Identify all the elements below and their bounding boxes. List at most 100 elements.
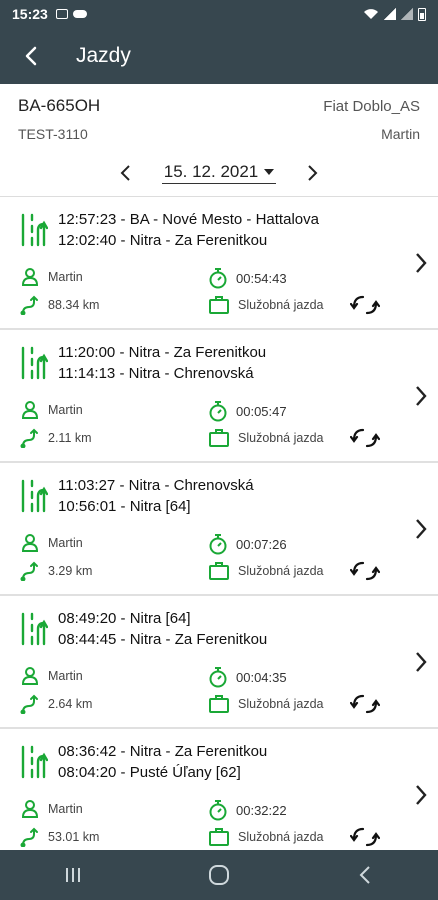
stopwatch-icon: [209, 800, 227, 821]
chevron-right-icon[interactable]: [414, 784, 428, 806]
trip-list[interactable]: 12:57:23 - BA - Nové Mesto - Hattalova 1…: [0, 196, 438, 850]
trip-duration-value: 00:32:22: [236, 802, 287, 818]
chevron-right-icon[interactable]: [414, 252, 428, 274]
trip-times: 11:20:00 - Nitra - Za Ferenitkou 11:14:1…: [58, 342, 266, 384]
trip-type: Služobná jazda: [208, 561, 323, 581]
vehicle-driver: Martin: [381, 126, 420, 142]
trip-distance: 2.11 km: [20, 428, 92, 448]
chevron-right-icon[interactable]: [414, 385, 428, 407]
trip-item[interactable]: 12:57:23 - BA - Nové Mesto - Hattalova 1…: [0, 197, 438, 330]
stopwatch-icon: [209, 667, 227, 688]
trip-item[interactable]: 11:03:27 - Nitra - Chrenovská 10:56:01 -…: [0, 463, 438, 596]
recent-apps-button[interactable]: [43, 850, 103, 900]
trip-driver-name: Martin: [48, 403, 83, 417]
route-icon: [21, 479, 48, 513]
trip-driver: Martin: [20, 666, 83, 686]
chevron-right-icon[interactable]: [414, 518, 428, 540]
home-button[interactable]: [189, 850, 249, 900]
sync-icon[interactable]: [350, 559, 380, 583]
trip-duration-value: 00:07:26: [236, 536, 287, 552]
person-icon: [21, 268, 39, 286]
trip-times: 12:57:23 - BA - Nové Mesto - Hattalova 1…: [58, 209, 319, 251]
vehicle-code: TEST-3110: [18, 126, 88, 142]
status-bar: 15:23: [0, 0, 438, 28]
trip-times: 08:36:42 - Nitra - Za Ferenitkou 08:04:2…: [58, 741, 267, 783]
trip-distance: 53.01 km: [20, 827, 99, 847]
system-back-button[interactable]: [335, 850, 395, 900]
trip-type: Služobná jazda: [208, 295, 323, 315]
gallery-icon: [55, 9, 68, 19]
next-day-button[interactable]: [298, 158, 328, 188]
trip-distance-value: 3.29 km: [48, 564, 93, 578]
trip-end: 08:36:42 - Nitra - Za Ferenitkou: [58, 743, 268, 760]
trip-times: 11:03:27 - Nitra - Chrenovská 10:56:01 -…: [58, 475, 254, 517]
trip-type: Služobná jazda: [208, 694, 323, 714]
trip-distance: 3.29 km: [20, 561, 92, 581]
trip-item[interactable]: 08:49:20 - Nitra [64] 08:44:45 - Nitra -…: [0, 596, 438, 729]
trip-start: 12:02:40 - Nitra - Za Ferenitkou: [58, 232, 268, 249]
person-icon: [21, 534, 39, 552]
date-picker[interactable]: 15. 12. 2021: [161, 162, 277, 184]
route-icon: [21, 213, 48, 247]
briefcase-icon: [209, 695, 229, 713]
trip-duration: 00:54:43: [208, 267, 287, 289]
back-arrow-icon: [25, 46, 37, 66]
trip-end: 12:57:23 - BA - Nové Mesto - Hattalova: [58, 211, 319, 228]
trip-type-label: Služobná jazda: [238, 298, 324, 312]
home-icon: [209, 865, 229, 885]
trip-duration-value: 00:05:47: [236, 403, 287, 419]
trip-distance: 88.34 km: [20, 295, 99, 315]
briefcase-icon: [209, 296, 229, 314]
stopwatch-icon: [209, 268, 227, 289]
route-icon: [21, 346, 48, 380]
chevron-right-icon[interactable]: [414, 651, 428, 673]
status-time: 15:23: [12, 6, 48, 22]
sync-icon[interactable]: [350, 692, 380, 716]
app-bar: Jazdy: [0, 28, 438, 84]
sync-icon[interactable]: [350, 293, 380, 317]
stopwatch-icon: [209, 401, 227, 422]
trip-type-label: Služobná jazda: [238, 830, 324, 844]
trip-type-label: Služobná jazda: [238, 697, 324, 711]
sync-icon[interactable]: [350, 825, 380, 849]
signal-icon-2: [401, 8, 413, 20]
trip-item[interactable]: 11:20:00 - Nitra - Za Ferenitkou 11:14:1…: [0, 330, 438, 463]
trip-start: 10:56:01 - Nitra [64]: [58, 498, 191, 515]
trip-end: 11:03:27 - Nitra - Chrenovská: [58, 477, 254, 494]
route-distance-icon: [20, 694, 38, 714]
recent-apps-icon: [66, 868, 80, 882]
route-distance-icon: [20, 561, 38, 581]
trip-distance-value: 53.01 km: [48, 830, 100, 844]
chevron-right-icon: [308, 165, 318, 181]
trip-driver: Martin: [20, 799, 83, 819]
trip-driver: Martin: [20, 267, 83, 287]
trip-distance-value: 2.64 km: [48, 697, 93, 711]
trip-driver: Martin: [20, 400, 83, 420]
back-button[interactable]: [0, 28, 64, 84]
sync-icon[interactable]: [350, 426, 380, 450]
trip-item[interactable]: 08:36:42 - Nitra - Za Ferenitkou 08:04:2…: [0, 729, 438, 850]
trip-distance: 2.64 km: [20, 694, 92, 714]
chevron-left-icon: [120, 165, 130, 181]
trip-driver-name: Martin: [48, 802, 83, 816]
trip-times: 08:49:20 - Nitra [64] 08:44:45 - Nitra -…: [58, 608, 267, 650]
trip-duration-value: 00:04:35: [236, 669, 287, 685]
trip-start: 08:04:20 - Pusté Úľany [62]: [58, 764, 241, 781]
trip-type-label: Služobná jazda: [238, 431, 324, 445]
trip-driver-name: Martin: [48, 536, 83, 550]
route-icon: [21, 612, 48, 646]
trip-type: Služobná jazda: [208, 428, 323, 448]
previous-day-button[interactable]: [110, 158, 140, 188]
person-icon: [21, 667, 39, 685]
vehicle-model: Fiat Doblo_AS: [323, 98, 420, 115]
selected-date: 15. 12. 2021: [163, 162, 259, 181]
briefcase-icon: [209, 562, 229, 580]
trip-duration-value: 00:54:43: [236, 270, 287, 286]
trip-duration: 00:32:22: [208, 799, 287, 821]
date-navigator: 15. 12. 2021: [0, 158, 438, 188]
dropdown-caret-icon: [264, 169, 275, 175]
vehicle-plate: BA-665OH: [18, 96, 101, 115]
person-icon: [21, 401, 39, 419]
signal-icon: [384, 8, 396, 20]
cloud-icon: [72, 10, 87, 18]
